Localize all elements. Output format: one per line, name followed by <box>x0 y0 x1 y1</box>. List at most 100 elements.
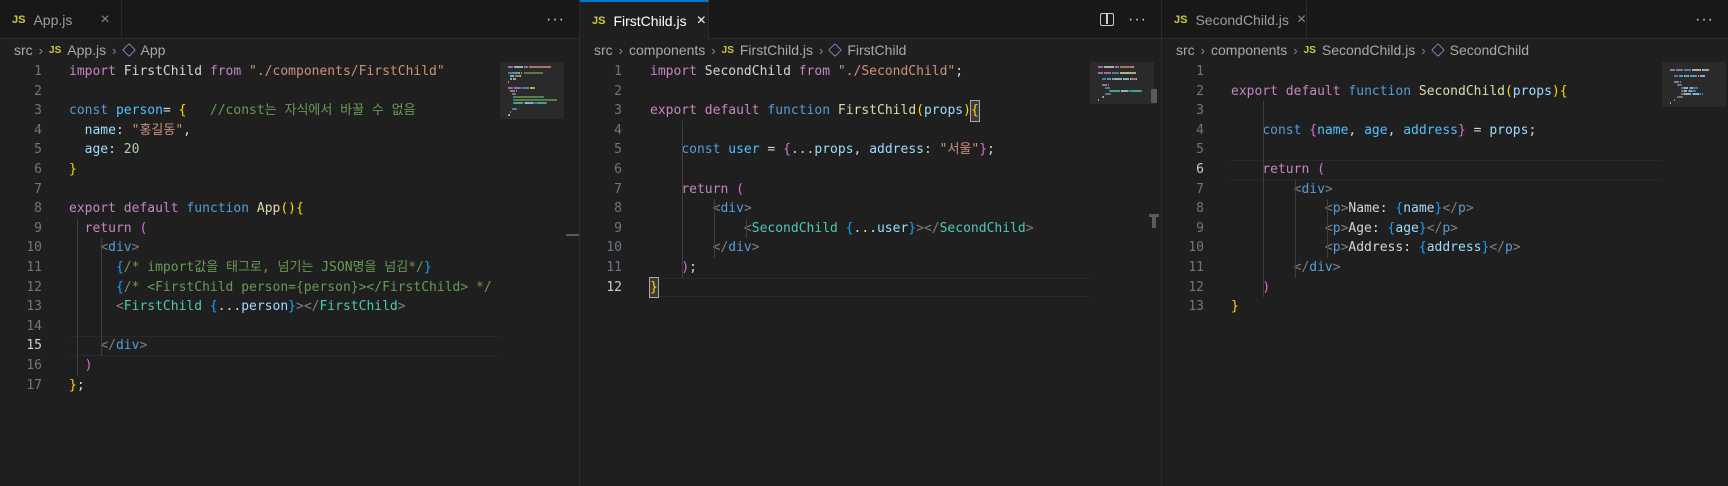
minimap-slider[interactable] <box>1090 62 1154 104</box>
code-line[interactable]: 10 </div> <box>580 238 1161 258</box>
breadcrumb-item[interactable]: components <box>1211 42 1287 58</box>
code-line[interactable]: 2 export default function SecondChild(pro… <box>1162 82 1728 102</box>
code-line[interactable]: 8 export default function App(){ <box>0 199 579 219</box>
code-line[interactable]: 10 <p>Address: {address}</p> <box>1162 238 1728 258</box>
breadcrumb-item[interactable]: SecondChild <box>1450 42 1529 58</box>
line-number: 9 <box>1196 220 1204 236</box>
code-line[interactable]: 8 <p>Name: {name}</p> <box>1162 199 1728 219</box>
code-line[interactable]: 7 <div> <box>1162 180 1728 200</box>
line-number: 5 <box>1196 142 1204 158</box>
code-editor[interactable]: 1 import FirstChild from "./components/Fi… <box>0 62 579 395</box>
breadcrumb-item[interactable]: components <box>629 42 705 58</box>
code-line[interactable]: 12 ) <box>1162 278 1728 298</box>
code-line[interactable]: 3 <box>1162 101 1728 121</box>
minimap-token <box>1109 90 1120 92</box>
minimap-token <box>508 66 514 68</box>
code-line[interactable]: 6} <box>0 160 579 180</box>
indent-guide <box>77 218 78 376</box>
code-line[interactable]: 4 <box>580 121 1161 141</box>
minimap-token <box>1107 78 1111 80</box>
code-line[interactable]: 6 return ( <box>1162 159 1728 180</box>
code-text: return ( <box>681 181 744 197</box>
breadcrumb-item[interactable]: src <box>594 42 613 58</box>
code-text: } <box>69 161 77 177</box>
minimap-token <box>1683 90 1688 92</box>
editor-actions: ··· <box>1681 0 1714 39</box>
code-line[interactable]: 7 return ( <box>580 180 1161 200</box>
code-line[interactable]: 12 {/* <FirstChild person={person}></Fir… <box>0 278 579 298</box>
minimap-token <box>1683 93 1691 95</box>
code-line[interactable]: 14 <box>0 317 579 337</box>
code-line[interactable]: 5 age: 20 <box>0 140 579 160</box>
breadcrumb-item[interactable]: SecondChild.js <box>1322 42 1415 58</box>
minimap[interactable] <box>1662 62 1726 486</box>
more-actions-icon[interactable]: ··· <box>1695 11 1714 29</box>
minimap-token <box>1104 66 1115 68</box>
code-text: return ( <box>1262 161 1325 177</box>
tab-app-js[interactable]: JS App.js × <box>0 0 122 39</box>
more-actions-icon[interactable]: ··· <box>1128 11 1147 29</box>
code-line[interactable]: 16 ) <box>0 356 579 376</box>
code-line[interactable]: 7 <box>0 180 579 200</box>
close-icon[interactable]: × <box>100 11 109 29</box>
code-line[interactable]: 12} <box>580 276 1161 299</box>
code-line[interactable]: 3 export default function FirstChild(prop… <box>580 100 1161 122</box>
minimap-token <box>524 66 528 68</box>
minimap-token <box>1101 84 1107 86</box>
code-line[interactable]: 5 const user = {...props, address: "서울"}… <box>580 140 1161 160</box>
line-number: 3 <box>1196 103 1204 119</box>
minimap-token <box>1704 75 1706 77</box>
code-line[interactable]: 3 const person= { //const는 자식에서 바꿀 수 없음 <box>0 101 579 121</box>
code-line[interactable]: 2 <box>580 82 1161 102</box>
code-line[interactable]: 4 name: "홍길동", <box>0 121 579 141</box>
split-editor-icon[interactable] <box>1100 13 1115 26</box>
line-number: 3 <box>614 103 622 119</box>
code-line[interactable]: 13 <FirstChild {...person}></FirstChild> <box>0 297 579 317</box>
close-icon[interactable]: × <box>1297 11 1306 29</box>
code-line[interactable]: 17}; <box>0 376 579 396</box>
minimap[interactable] <box>500 62 564 486</box>
code-line[interactable]: 13} <box>1162 297 1728 317</box>
editor-group-secondchild: JS SecondChild.js × ··· src › components… <box>1162 0 1728 486</box>
code-line[interactable]: 1 <box>1162 62 1728 82</box>
breadcrumb-item[interactable]: src <box>1176 42 1195 58</box>
code-line[interactable]: 8 <div> <box>580 199 1161 219</box>
code-editor[interactable]: 1 2 export default function SecondChild(pr… <box>1162 62 1728 317</box>
code-text: export default function FirstChild(props… <box>650 100 980 122</box>
indent-guide <box>714 199 715 258</box>
tab-firstchild-js[interactable]: JS FirstChild.js × <box>580 0 709 40</box>
code-line[interactable]: 11 {/* import값을 태그로, 넘기는 JSON명을 넘김*/} <box>0 258 579 278</box>
minimap[interactable] <box>1090 62 1154 486</box>
code-line[interactable]: 11 </div> <box>1162 258 1728 278</box>
code-line[interactable]: 9 <SecondChild {...user}></SecondChild> <box>580 219 1161 239</box>
code-line[interactable]: 6 <box>580 160 1161 180</box>
breadcrumb-item[interactable]: FirstChild.js <box>740 42 813 58</box>
code-text: import SecondChild from "./SecondChild"; <box>650 64 964 79</box>
line-number: 13 <box>26 299 42 315</box>
code-line[interactable]: 1 import FirstChild from "./components/Fi… <box>0 62 579 82</box>
tab-secondchild-js[interactable]: JS SecondChild.js × <box>1162 0 1307 39</box>
code-line[interactable]: 2 <box>0 82 579 102</box>
indent-guide <box>1295 179 1296 278</box>
code-text: <p>Name: {name}</p> <box>1324 201 1474 217</box>
more-actions-icon[interactable]: ··· <box>546 11 565 29</box>
breadcrumb-item[interactable]: App <box>141 42 166 58</box>
code-line[interactable]: 5 <box>1162 140 1728 160</box>
code-editor[interactable]: 1 import SecondChild from "./SecondChild"… <box>580 62 1161 299</box>
code-line[interactable]: 9 return ( <box>0 219 579 239</box>
close-icon[interactable]: × <box>697 12 706 30</box>
minimap-token <box>514 96 544 98</box>
minimap-token <box>508 81 509 83</box>
code-line[interactable]: 1 import SecondChild from "./SecondChild"… <box>580 62 1161 82</box>
code-line[interactable]: 4 const {name, age, address} = props; <box>1162 121 1728 141</box>
breadcrumb-item[interactable]: FirstChild <box>847 42 906 58</box>
line-number: 10 <box>606 240 622 256</box>
code-line[interactable]: 15 </div> <box>0 336 579 356</box>
js-file-icon: JS <box>49 44 62 56</box>
breadcrumb-item[interactable]: App.js <box>67 42 106 58</box>
code-line[interactable]: 10 <div> <box>0 238 579 258</box>
breadcrumb-item[interactable]: src <box>14 42 33 58</box>
code-line[interactable]: 11 ); <box>580 258 1161 278</box>
code-line[interactable]: 9 <p>Age: {age}</p> <box>1162 219 1728 239</box>
code-text: } <box>1231 299 1239 315</box>
